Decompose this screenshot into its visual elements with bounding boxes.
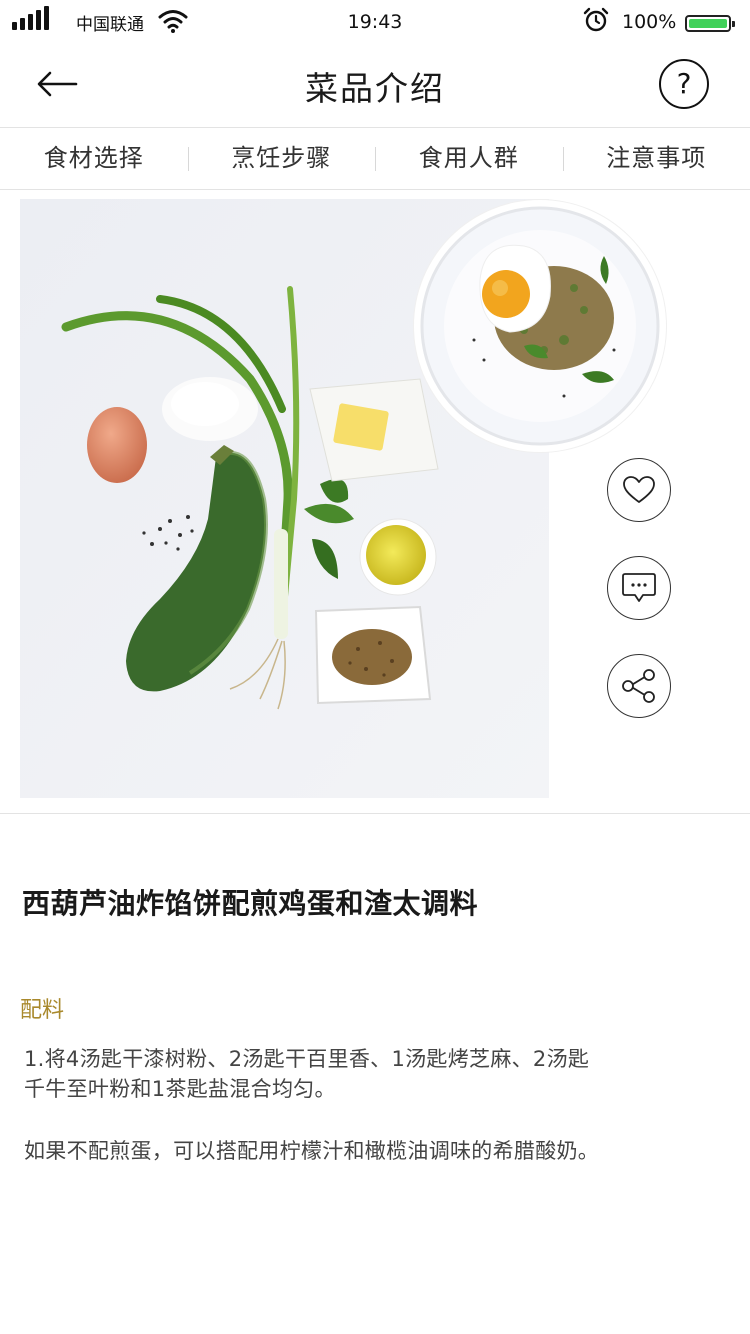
nav-bar: 菜品介绍 ? xyxy=(0,44,750,128)
comment-icon xyxy=(622,573,656,602)
share-button[interactable] xyxy=(607,654,671,718)
heart-icon xyxy=(623,476,655,503)
share-icon xyxy=(622,669,655,703)
paragraph-line: 1.将4汤匙干漆树粉、2汤匙干百里香、1汤匙烤芝麻、2汤匙 xyxy=(24,1047,590,1071)
status-bar: 中国联通 19:43 100% xyxy=(0,0,750,44)
alarm-icon xyxy=(583,7,609,32)
hero-section xyxy=(0,190,750,814)
paragraph-line: 千牛至叶粉和1茶匙盐混合均匀。 xyxy=(24,1077,336,1101)
battery-percent: 100% xyxy=(622,11,677,33)
battery-fill xyxy=(689,19,727,28)
dish-image xyxy=(414,200,666,452)
help-button[interactable]: ? xyxy=(659,59,709,109)
tip-paragraph: 如果不配煎蛋，可以搭配用柠檬汁和橄榄油调味的希腊酸奶。 xyxy=(24,1139,600,1163)
tab-ingredients[interactable]: 食材选择 xyxy=(0,128,188,189)
arrow-left-icon[interactable] xyxy=(34,64,84,104)
page-title: 菜品介绍 xyxy=(305,69,445,108)
tab-notes[interactable]: 注意事项 xyxy=(562,128,750,189)
tab-bar: 食材选择 烹饪步骤 食用人群 注意事项 xyxy=(0,128,750,190)
tab-cooking-steps[interactable]: 烹饪步骤 xyxy=(187,128,376,189)
battery-icon xyxy=(685,15,735,32)
dish-title: 西葫芦油炸馅饼配煎鸡蛋和渣太调料 xyxy=(22,887,479,920)
section-label-ingredients: 配料 xyxy=(20,998,65,1023)
comment-button[interactable] xyxy=(607,556,671,620)
tab-target-people[interactable]: 食用人群 xyxy=(375,128,563,189)
ingredient-paragraph: 1.将4汤匙干漆树粉、2汤匙干百里香、1汤匙烤芝麻、2汤匙 千牛至叶粉和1茶匙盐… xyxy=(24,1044,704,1104)
like-button[interactable] xyxy=(607,458,671,522)
